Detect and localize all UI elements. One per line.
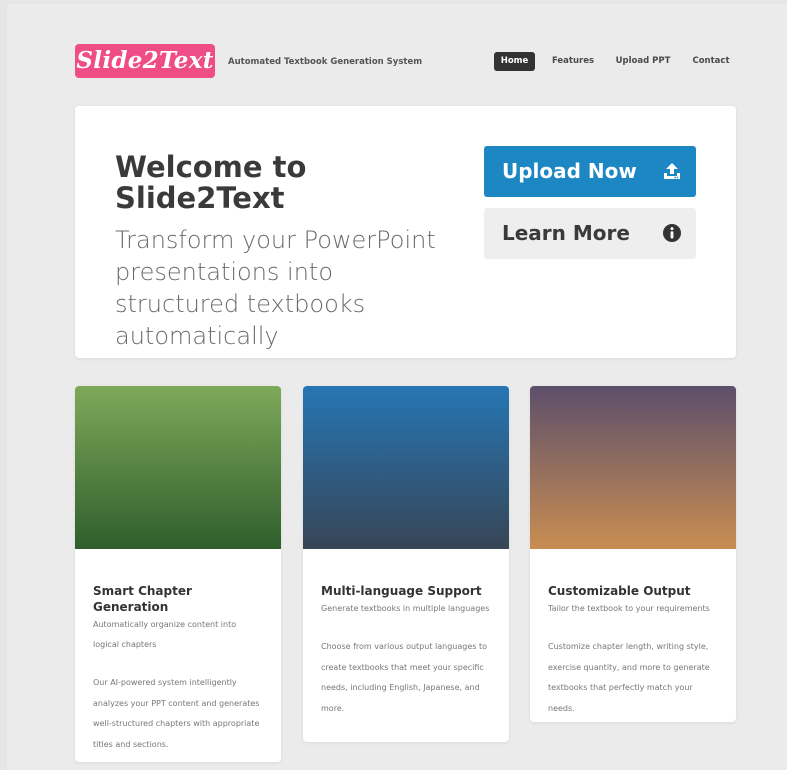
learn-more-label: Learn More: [502, 221, 630, 245]
nav-contact[interactable]: Contact: [686, 52, 736, 71]
card-description: Choose from various output languages to …: [321, 642, 487, 713]
upload-now-label: Upload Now: [502, 159, 637, 183]
card-image-green: [75, 386, 281, 549]
hero-title: Welcome to Slide2Text: [115, 150, 307, 215]
nav-upload-ppt[interactable]: Upload PPT: [612, 52, 674, 71]
feature-card-customizable-output: Customizable Output Tailor the textbook …: [530, 386, 736, 722]
main-nav: Home Features Upload PPT Contact: [0, 52, 787, 72]
feature-card-chapter-generation: Smart Chapter Generation Automatically o…: [75, 386, 281, 762]
card-description: Our AI-powered system intelligently anal…: [93, 678, 260, 749]
card-lead: Generate textbooks in multiple languages: [321, 604, 490, 613]
card-description: Customize chapter length, writing style,…: [548, 642, 710, 713]
upload-now-button[interactable]: Upload Now: [484, 146, 696, 197]
hero-panel: Welcome to Slide2Text Transform your Pow…: [75, 106, 736, 358]
card-title: Customizable Output: [548, 584, 691, 598]
feature-card-multilanguage: Multi-language Support Generate textbook…: [303, 386, 509, 742]
upload-icon: [664, 163, 680, 179]
learn-more-button[interactable]: Learn More: [484, 208, 696, 259]
card-lead: Automatically organize content into logi…: [93, 620, 237, 649]
nav-features[interactable]: Features: [546, 52, 600, 71]
card-lead: Tailor the textbook to your requirements: [548, 604, 710, 613]
card-title: Multi-language Support: [321, 584, 482, 598]
nav-home[interactable]: Home: [494, 52, 535, 71]
card-image-blue: [303, 386, 509, 549]
card-title: Smart Chapter Generation: [93, 584, 192, 614]
hero-subtitle: Transform your PowerPoint presentations …: [115, 226, 436, 350]
info-icon: [663, 224, 681, 242]
card-image-sunset: [530, 386, 736, 549]
